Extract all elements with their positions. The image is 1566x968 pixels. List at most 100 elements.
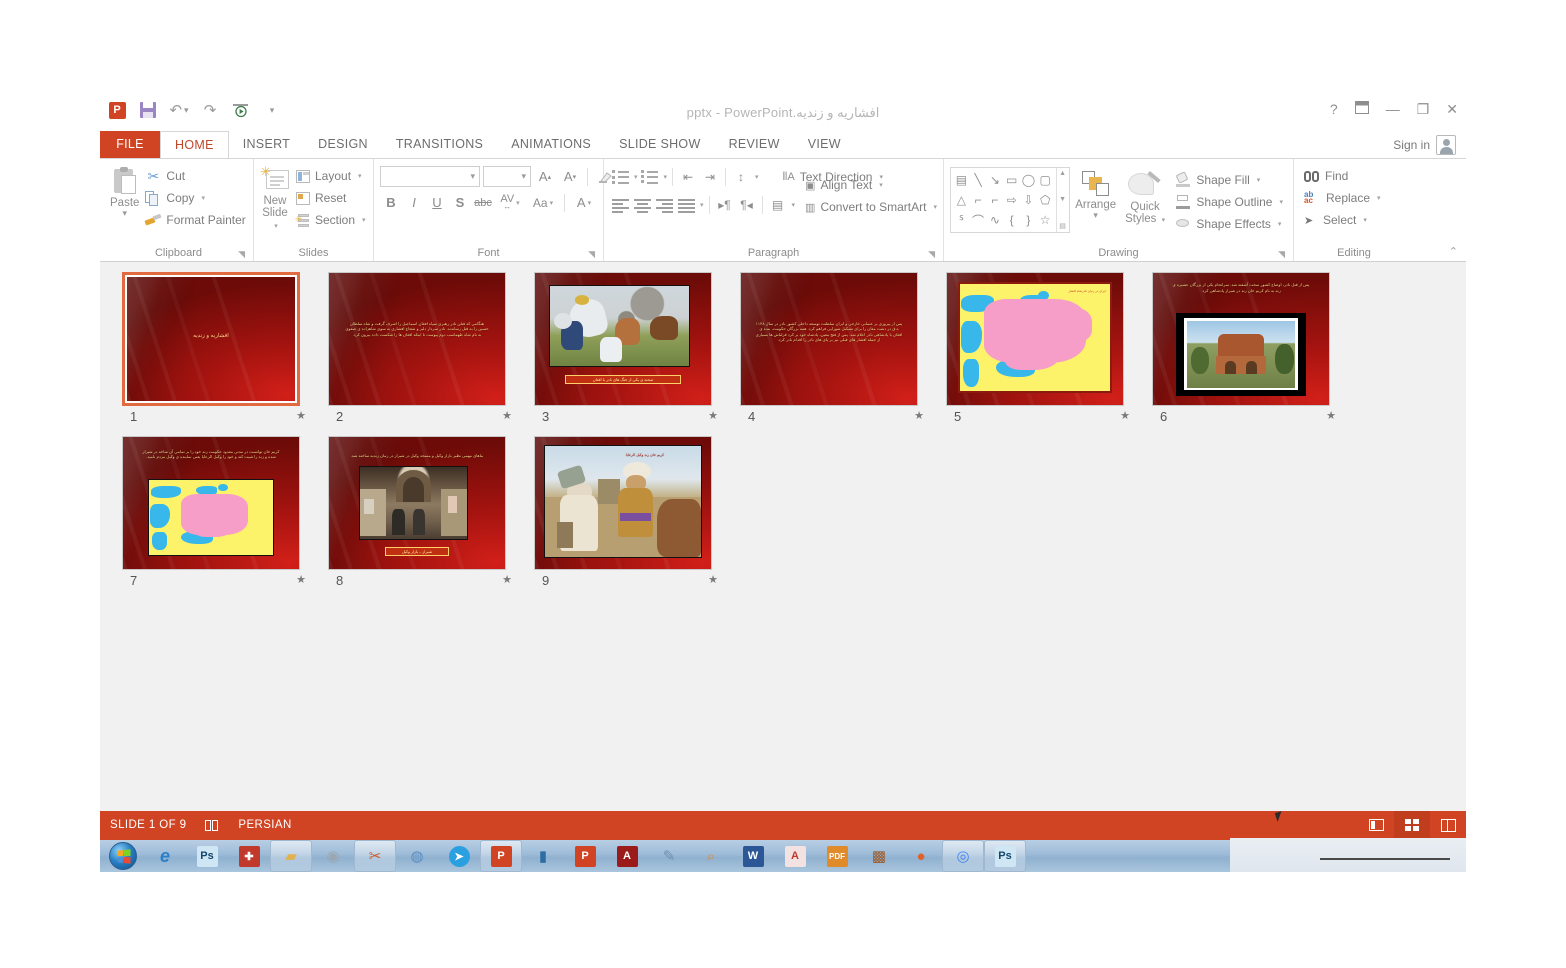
paste-button[interactable]: Paste ▾ (110, 163, 139, 218)
align-center-button[interactable] (632, 196, 652, 214)
align-caret[interactable]: ▾ (700, 201, 704, 209)
transition-star-icon-4[interactable]: ★ (914, 409, 924, 422)
decrease-font-size-button[interactable]: A ▾ (559, 166, 581, 187)
language-indicator[interactable]: PERSIAN (238, 819, 291, 831)
arrange-caret[interactable]: ▾ (1093, 211, 1098, 220)
shape-outline-caret[interactable]: ▾ (1279, 198, 1283, 206)
taskbar-item-snipping-tool[interactable]: ✂ (354, 840, 396, 872)
notes-icon[interactable] (204, 819, 220, 832)
shape-star-icon[interactable]: ☆ (1037, 210, 1054, 230)
transition-star-icon-5[interactable]: ★ (1120, 409, 1130, 422)
replace-caret[interactable]: ▾ (1377, 194, 1381, 202)
new-slide-button[interactable]: ✳ New Slide ▾ (260, 163, 290, 233)
shapes-scroll-up-icon[interactable]: ▲ (1059, 170, 1066, 177)
align-left-button[interactable] (610, 196, 630, 214)
select-button[interactable]: ➤ Select ▾ (1300, 209, 1385, 231)
layout-caret[interactable]: ▾ (358, 172, 362, 180)
help-icon[interactable]: ? (1330, 102, 1338, 116)
transition-star-icon-2[interactable]: ★ (502, 409, 512, 422)
tab-view[interactable]: VIEW (794, 131, 855, 158)
line-spacing-caret[interactable]: ▾ (755, 173, 759, 181)
select-caret[interactable]: ▾ (1363, 216, 1367, 224)
section-caret[interactable]: ▾ (362, 216, 366, 224)
slide-thumbnail-3[interactable]: صحنه ی یکی از جنگ های نادر با افغان 3 ★ (528, 272, 734, 424)
shapes-gallery[interactable]: ▤ ╲ ↘ ▭ ◯ ▢ △ ⌐ ⌐ ⇨ ⇩ ⬠ ᔆ ⌒ ∿ {} ☆ ▲ ▼ … (950, 167, 1070, 233)
italic-button[interactable]: I (403, 192, 425, 213)
replace-button[interactable]: ab ac Replace ▾ (1300, 187, 1385, 209)
shape-rectangle-icon[interactable]: ▭ (1003, 170, 1020, 190)
taskbar-item-pdf-creator[interactable]: ✚ (228, 840, 270, 872)
shape-right-brace-icon[interactable]: } (1020, 210, 1037, 230)
slide-thumbnail-6[interactable]: پس از قتل نادر، اوضاع کشور سخت آشفته شد.… (1146, 272, 1352, 424)
transition-star-icon-7[interactable]: ★ (296, 573, 306, 586)
taskbar-item-adobe-acrobat[interactable]: A (606, 840, 648, 872)
cut-button[interactable]: ✂ Cut (141, 165, 249, 187)
arrange-button[interactable]: Arrange ▾ (1070, 167, 1122, 220)
account-avatar-icon[interactable] (1436, 135, 1456, 155)
numbering-caret[interactable]: ▾ (664, 173, 668, 181)
slide-thumbnail-1[interactable]: افشاریه و زندیه 1 ★ (116, 272, 322, 424)
transition-star-icon-6[interactable]: ★ (1326, 409, 1336, 422)
font-color-caret[interactable]: ▾ (588, 199, 592, 207)
shape-rounded-rect-icon[interactable]: ▢ (1037, 170, 1054, 190)
tab-design[interactable]: DESIGN (304, 131, 382, 158)
tab-insert[interactable]: INSERT (229, 131, 304, 158)
taskbar-item-chart-app[interactable]: ▮ (522, 840, 564, 872)
taskbar-item-google-chrome[interactable]: ◎ (942, 840, 984, 872)
shape-pentagon-icon[interactable]: ⬠ (1037, 190, 1054, 210)
transition-star-icon-1[interactable]: ★ (296, 409, 306, 422)
character-spacing-button[interactable]: AV ↔ ▾ (495, 192, 525, 213)
collapse-ribbon-icon[interactable]: ⌃ (1449, 245, 1458, 258)
tab-file[interactable]: FILE (100, 131, 160, 158)
section-button[interactable]: ✳ Section ▾ (292, 209, 370, 231)
bullets-button[interactable] (610, 168, 630, 186)
tab-slide-show[interactable]: SLIDE SHOW (605, 131, 715, 158)
bold-button[interactable]: B (380, 192, 402, 213)
slide-thumbnail-7[interactable]: کریم خان توانست در مدتی معدود حکومت زند … (116, 436, 322, 588)
shape-effects-button[interactable]: Shape Effects ▾ (1172, 213, 1287, 235)
shapes-scroll-down-icon[interactable]: ▼ (1059, 196, 1066, 203)
bullets-caret[interactable]: ▾ (634, 173, 638, 181)
decrease-indent-button[interactable]: ⇤ (678, 168, 698, 186)
shape-textbox-icon[interactable]: ▤ (953, 170, 970, 190)
taskbar-item-powerpoint[interactable]: P (480, 840, 522, 872)
shape-outline-button[interactable]: Shape Outline ▾ (1172, 191, 1287, 213)
reset-button[interactable]: Reset (292, 187, 370, 209)
tab-transitions[interactable]: TRANSITIONS (382, 131, 497, 158)
shape-arrow-icon[interactable]: ↘ (987, 170, 1004, 190)
taskbar-item-camera-app[interactable]: ◉ (312, 840, 354, 872)
align-text-button[interactable]: ▣ Align Text ▾ (801, 174, 941, 196)
shape-oval-icon[interactable]: ◯ (1020, 170, 1037, 190)
slide-thumbnail-9[interactable]: کریم خان زند وکیل الرعایا 9 ★ (528, 436, 734, 588)
taskbar-item-file-explorer[interactable]: ▰ (270, 840, 312, 872)
minimize-icon[interactable]: — (1386, 102, 1400, 116)
quick-styles-caret[interactable]: ▾ (1162, 217, 1166, 224)
shape-arc-icon[interactable]: ⌒ (970, 210, 987, 230)
rtl-text-direction-button[interactable]: ¶◂ (737, 196, 757, 214)
font-dialog-launcher[interactable]: ◥ (588, 249, 595, 260)
shape-right-arrow-icon[interactable]: ⇨ (1003, 190, 1020, 210)
start-button[interactable] (102, 840, 144, 872)
taskbar-item-word[interactable]: W (732, 840, 774, 872)
slide-thumbnail-8[interactable]: بناهای مهمی نظیر بازار وکیل و مسجد وکیل … (322, 436, 528, 588)
normal-view-button[interactable] (1358, 811, 1394, 839)
drawing-dialog-launcher[interactable]: ◥ (1278, 249, 1285, 260)
new-slide-caret[interactable]: ▾ (274, 223, 278, 230)
slide-thumbnail-2[interactable]: هنگامی که قتلن نادر رهبری سپاه افغان اسم… (322, 272, 528, 424)
ltr-text-direction-button[interactable]: ▸¶ (715, 196, 735, 214)
increase-indent-button[interactable]: ⇥ (700, 168, 720, 186)
tab-review[interactable]: REVIEW (715, 131, 794, 158)
text-shadow-button[interactable]: S (449, 192, 471, 213)
taskbar-item-pdf-reader[interactable]: PDF (816, 840, 858, 872)
system-tray[interactable] (1230, 838, 1466, 872)
slide-sorter-view-button[interactable] (1394, 811, 1430, 839)
copy-button[interactable]: Copy ▾ (141, 187, 249, 209)
quick-styles-button[interactable]: Quick Styles ▾ (1122, 167, 1169, 227)
transition-star-icon-9[interactable]: ★ (708, 573, 718, 586)
slide-thumbnail-4[interactable]: پس از پیروزی بر عثمانی خارجی و ایران سلط… (734, 272, 940, 424)
change-case-button[interactable]: Aa ▾ (526, 192, 560, 213)
shape-effects-caret[interactable]: ▾ (1278, 220, 1282, 228)
taskbar-item-paint-tool[interactable]: ✎ (648, 840, 690, 872)
shapes-scrollbar[interactable]: ▲ ▼ ▤ (1055, 168, 1069, 232)
slide-counter[interactable]: SLIDE 1 OF 9 (110, 819, 186, 831)
